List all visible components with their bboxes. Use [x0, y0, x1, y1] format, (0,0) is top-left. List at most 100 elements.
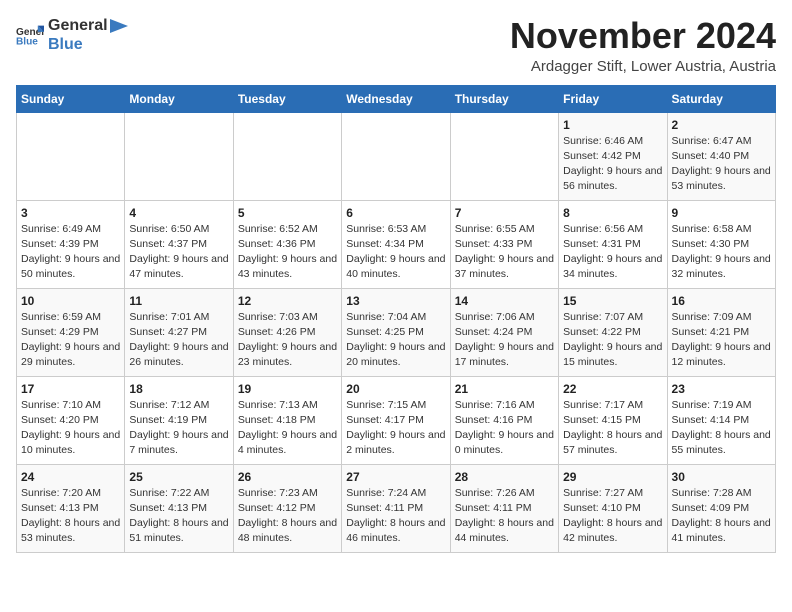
- day-number: 21: [455, 382, 554, 396]
- logo: General Blue General Blue: [16, 16, 128, 54]
- day-of-week-thursday: Thursday: [450, 85, 558, 112]
- detail-line: Sunrise: 7:22 AM: [129, 487, 209, 499]
- day-of-week-saturday: Saturday: [667, 85, 775, 112]
- detail-line: Sunset: 4:22 PM: [563, 326, 641, 338]
- detail-line: Sunset: 4:11 PM: [346, 502, 423, 514]
- day-number: 24: [21, 470, 120, 484]
- calendar-cell: 25Sunrise: 7:22 AMSunset: 4:13 PMDayligh…: [125, 464, 233, 552]
- detail-line: Daylight: 9 hours and 4 minutes.: [238, 429, 337, 456]
- calendar-cell: 10Sunrise: 6:59 AMSunset: 4:29 PMDayligh…: [17, 288, 125, 376]
- week-row-2: 3Sunrise: 6:49 AMSunset: 4:39 PMDaylight…: [17, 200, 776, 288]
- calendar-cell: 4Sunrise: 6:50 AMSunset: 4:37 PMDaylight…: [125, 200, 233, 288]
- detail-line: Sunrise: 6:47 AM: [672, 135, 752, 147]
- calendar-cell: 14 Sunrise: 7:06 AMSunset: 4:24 PMDayligh…: [450, 288, 558, 376]
- calendar-cell: 23 Sunrise: 7:19 AMSunset: 4:14 PMDayligh…: [667, 376, 775, 464]
- detail-line: Daylight: 9 hours and 15 minutes.: [563, 341, 662, 368]
- detail-line: Daylight: 9 hours and 29 minutes.: [21, 341, 120, 368]
- day-number: 4: [129, 206, 228, 220]
- detail-line: Sunrise: 7:24 AM: [346, 487, 426, 499]
- calendar-cell: 24Sunrise: 7:20 AMSunset: 4:13 PMDayligh…: [17, 464, 125, 552]
- detail-line: Sunrise: 7:04 AM: [346, 311, 426, 323]
- detail-line: Sunset: 4:30 PM: [672, 238, 750, 250]
- calendar-cell: [125, 112, 233, 200]
- day-number: 26: [238, 470, 337, 484]
- svg-text:Blue: Blue: [16, 37, 38, 47]
- calendar-cell: 1Sunrise: 6:46 AMSunset: 4:42 PMDaylight…: [559, 112, 667, 200]
- detail-line: Sunrise: 6:55 AM: [455, 223, 535, 235]
- day-details: Sunrise: 7:23 AMSunset: 4:12 PMDaylight:…: [238, 486, 337, 547]
- day-details: Sunrise: 6:47 AM Sunset: 4:40 PM Daylight:…: [672, 134, 771, 195]
- day-number: 8: [563, 206, 662, 220]
- detail-line: Sunset: 4:40 PM: [672, 150, 750, 162]
- detail-line: Daylight: 8 hours and 55 minutes.: [672, 429, 771, 456]
- detail-line: Sunrise: 6:53 AM: [346, 223, 426, 235]
- day-number: 27: [346, 470, 445, 484]
- detail-line: Sunrise: 7:15 AM: [346, 399, 426, 411]
- detail-line: Daylight: 9 hours and 43 minutes.: [238, 253, 337, 280]
- detail-line: Daylight: 8 hours and 41 minutes.: [672, 517, 771, 544]
- day-number: 25: [129, 470, 228, 484]
- calendar-cell: 28Sunrise: 7:26 AMSunset: 4:11 PMDayligh…: [450, 464, 558, 552]
- detail-line: Daylight: 9 hours and 26 minutes.: [129, 341, 228, 368]
- logo-text-general: General: [48, 16, 108, 35]
- detail-line: Sunrise: 7:13 AM: [238, 399, 318, 411]
- detail-line: Sunset: 4:31 PM: [563, 238, 641, 250]
- calendar-cell: 3Sunrise: 6:49 AMSunset: 4:39 PMDaylight…: [17, 200, 125, 288]
- detail-line: Sunset: 4:24 PM: [455, 326, 533, 338]
- calendar-cell: 13Sunrise: 7:04 AMSunset: 4:25 PMDayligh…: [342, 288, 450, 376]
- detail-line: Daylight: 8 hours and 48 minutes.: [238, 517, 337, 544]
- calendar-cell: 6Sunrise: 6:53 AMSunset: 4:34 PMDaylight…: [342, 200, 450, 288]
- logo-arrow-icon: [110, 19, 128, 33]
- detail-line: Sunrise: 7:12 AM: [129, 399, 209, 411]
- calendar-cell: [450, 112, 558, 200]
- calendar-cell: 16Sunrise: 7:09 AMSunset: 4:21 PMDayligh…: [667, 288, 775, 376]
- calendar-table: SundayMondayTuesdayWednesdayThursdayFrid…: [16, 85, 776, 553]
- detail-line: Daylight: 9 hours and 56 minutes.: [563, 165, 662, 192]
- calendar-cell: 30Sunrise: 7:28 AMSunset: 4:09 PMDayligh…: [667, 464, 775, 552]
- logo-text-blue: Blue: [48, 36, 83, 53]
- calendar-cell: [342, 112, 450, 200]
- calendar-cell: 11Sunrise: 7:01 AMSunset: 4:27 PMDayligh…: [125, 288, 233, 376]
- detail-line: Daylight: 9 hours and 53 minutes.: [672, 165, 771, 192]
- calendar-cell: 26 Sunrise: 7:23 AMSunset: 4:12 PMDayligh…: [233, 464, 341, 552]
- detail-line: Sunset: 4:21 PM: [672, 326, 750, 338]
- detail-line: Daylight: 8 hours and 51 minutes.: [129, 517, 228, 544]
- detail-line: Sunrise: 7:10 AM: [21, 399, 101, 411]
- day-number: 12: [238, 294, 337, 308]
- day-number: 11: [129, 294, 228, 308]
- detail-line: Sunset: 4:17 PM: [346, 414, 424, 426]
- day-details: Sunrise: 7:04 AMSunset: 4:25 PMDaylight:…: [346, 310, 445, 371]
- detail-line: Sunrise: 6:46 AM: [563, 135, 643, 147]
- calendar-cell: 19Sunrise: 7:13 AMSunset: 4:18 PMDayligh…: [233, 376, 341, 464]
- calendar-cell: 2Sunrise: 6:47 AMSunset: 4:40 PMDaylight…: [667, 112, 775, 200]
- calendar-cell: 15Sunrise: 7:07 AMSunset: 4:22 PMDayligh…: [559, 288, 667, 376]
- detail-line: Sunset: 4:37 PM: [129, 238, 207, 250]
- detail-line: Daylight: 9 hours and 17 minutes.: [455, 341, 554, 368]
- day-number: 6: [346, 206, 445, 220]
- detail-line: Sunrise: 7:27 AM: [563, 487, 643, 499]
- day-of-week-friday: Friday: [559, 85, 667, 112]
- day-number: 23: [672, 382, 771, 396]
- calendar-cell: 22Sunrise: 7:17 AMSunset: 4:15 PMDayligh…: [559, 376, 667, 464]
- page-header: General Blue General Blue November 2024 …: [16, 16, 776, 75]
- detail-line: Sunrise: 7:03 AM: [238, 311, 318, 323]
- week-row-5: 24Sunrise: 7:20 AMSunset: 4:13 PMDayligh…: [17, 464, 776, 552]
- day-details: Sunrise: 7:12 AMSunset: 4:19 PMDaylight:…: [129, 398, 228, 459]
- day-number: 14: [455, 294, 554, 308]
- detail-line: Sunrise: 7:09 AM: [672, 311, 752, 323]
- detail-line: Daylight: 8 hours and 53 minutes.: [21, 517, 120, 544]
- detail-line: Daylight: 9 hours and 10 minutes.: [21, 429, 120, 456]
- day-number: 10: [21, 294, 120, 308]
- day-details: Sunrise: 7:19 AMSunset: 4:14 PMDaylight:…: [672, 398, 771, 459]
- detail-line: Daylight: 9 hours and 2 minutes.: [346, 429, 445, 456]
- detail-line: Sunset: 4:09 PM: [672, 502, 750, 514]
- detail-line: Daylight: 9 hours and 37 minutes.: [455, 253, 554, 280]
- calendar-cell: [17, 112, 125, 200]
- day-details: Sunrise: 6:58 AMSunset: 4:30 PMDaylight:…: [672, 222, 771, 283]
- detail-line: Sunset: 4:20 PM: [21, 414, 99, 426]
- calendar-cell: 20Sunrise: 7:15 AMSunset: 4:17 PMDayligh…: [342, 376, 450, 464]
- detail-line: Daylight: 9 hours and 47 minutes.: [129, 253, 228, 280]
- detail-line: Sunset: 4:19 PM: [129, 414, 207, 426]
- day-details: Sunrise: 7:06 AMSunset: 4:24 PMDaylight:…: [455, 310, 554, 371]
- day-number: 3: [21, 206, 120, 220]
